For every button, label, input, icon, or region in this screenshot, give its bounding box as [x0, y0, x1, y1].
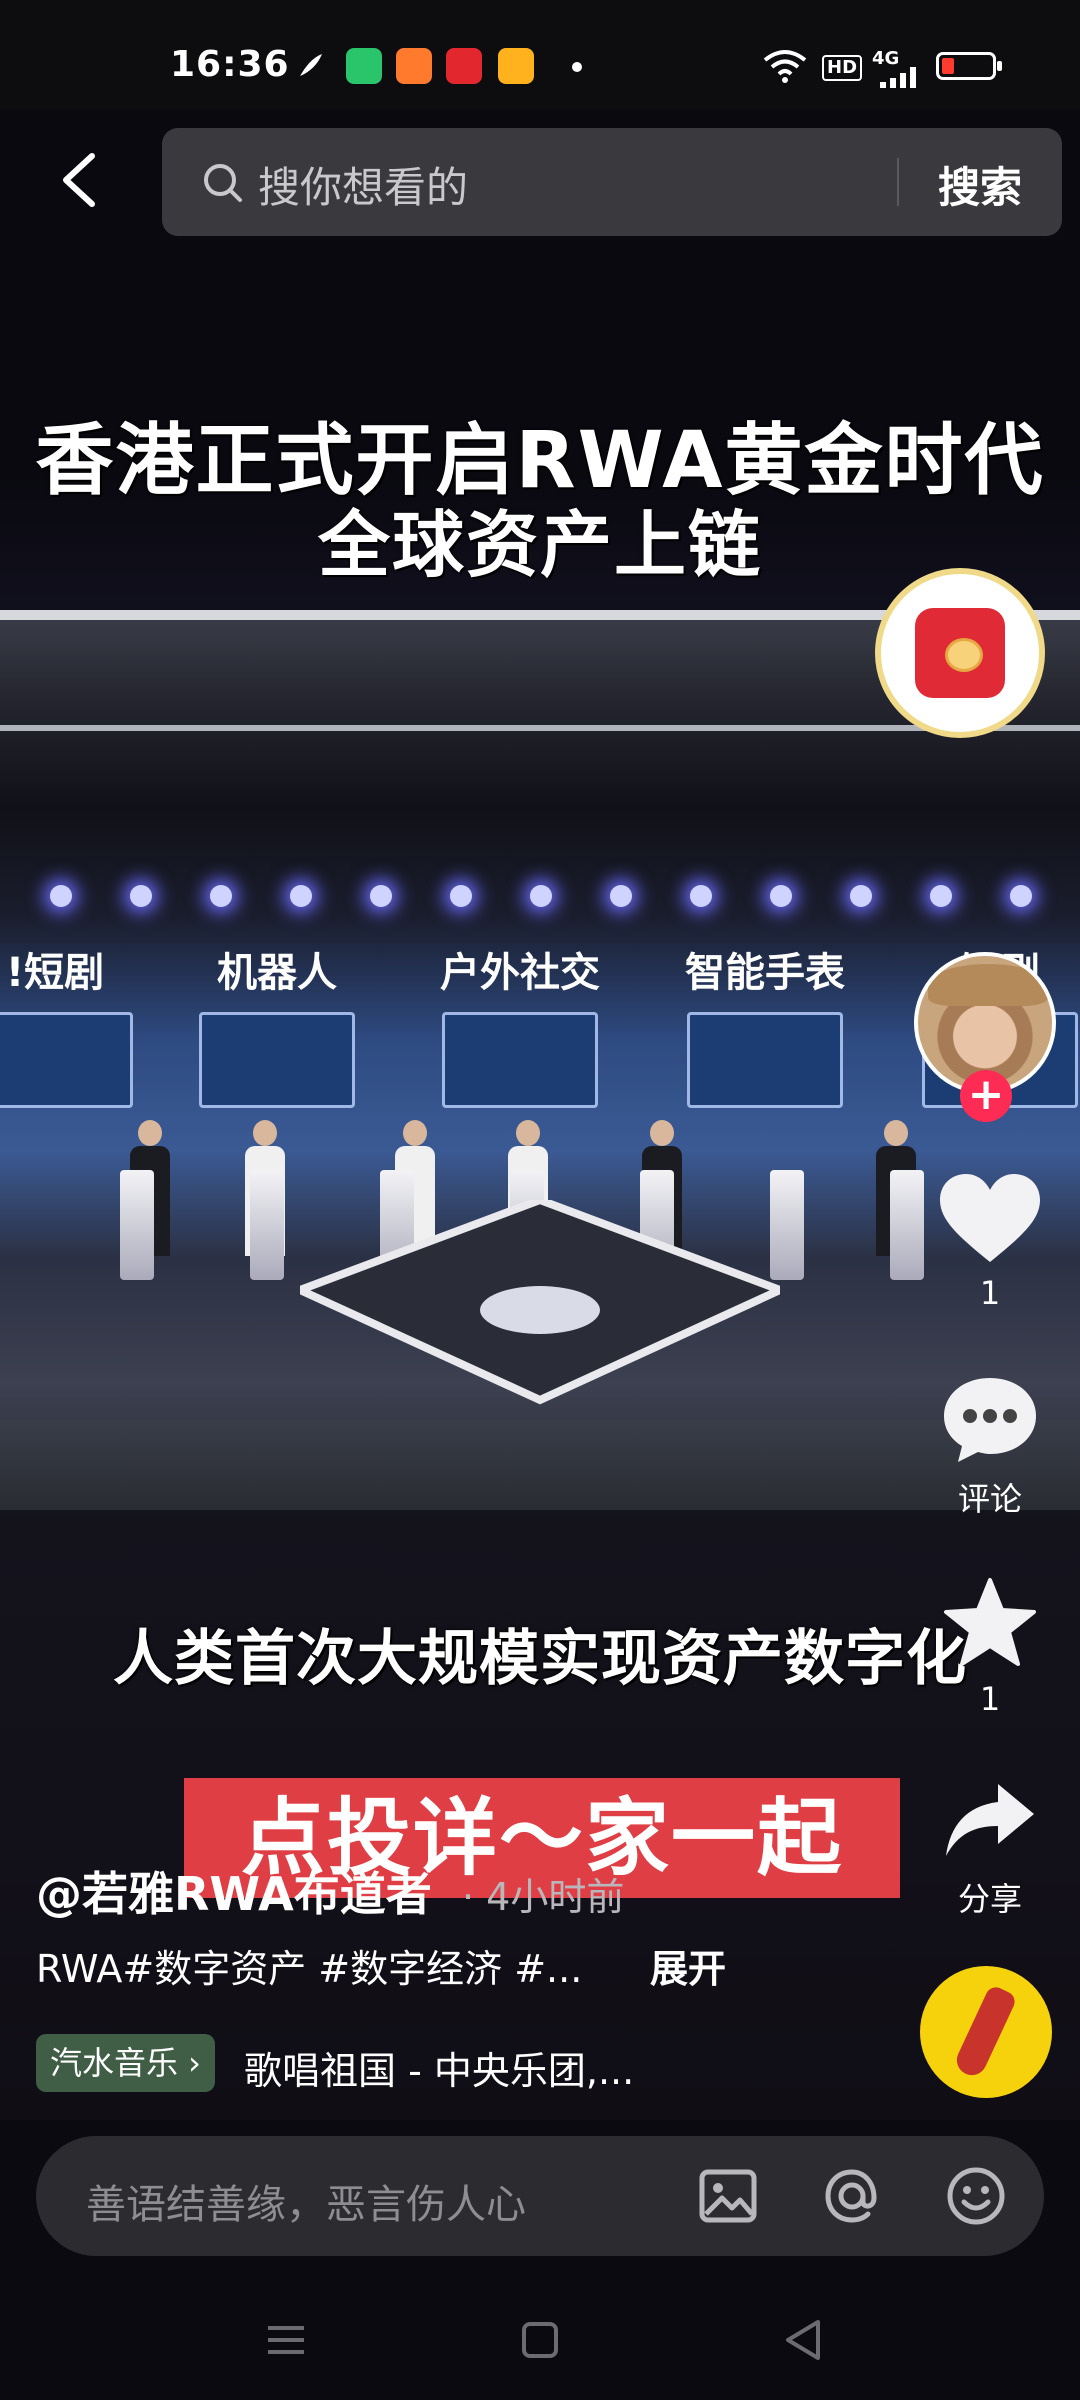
search-icon: [204, 164, 242, 202]
comment-input[interactable]: 善语结善缘，恶言伤人心: [86, 2172, 526, 2230]
music-disc-icon[interactable]: [920, 1966, 1052, 2098]
comment-input-bar[interactable]: 善语结善缘，恶言伤人心: [36, 2136, 1044, 2256]
search-button[interactable]: 搜索: [938, 154, 1022, 215]
music-source-tag[interactable]: 汽水音乐 ›: [36, 2034, 215, 2092]
search-input[interactable]: 搜你想看的: [258, 154, 468, 215]
song-title[interactable]: 歌唱祖国 - 中央乐团,...: [244, 2040, 634, 2095]
image-icon[interactable]: [696, 2164, 760, 2228]
feather-notification-icon: [300, 54, 322, 76]
emoji-icon[interactable]: [944, 2164, 1008, 2228]
post-description[interactable]: RWA#数字资产 #数字经济 #...: [36, 1938, 582, 1993]
video-caption-subtitle: 全球资产上链: [317, 503, 762, 587]
hd-badge: HD: [822, 55, 863, 81]
red-packet-button[interactable]: [875, 568, 1045, 738]
author-name[interactable]: @若雅RWA布道者: [36, 1858, 432, 1924]
signal-icon: [880, 67, 916, 88]
like-heart-icon[interactable]: [938, 1172, 1042, 1266]
video-player[interactable]: 香港正式开启RWA黄金时代 全球资产上链 !短剧 机器人 户外社交 智能手表 人…: [0, 110, 1080, 2120]
stage-scene: !短剧 机器人 户外社交 智能手表 短剧: [0, 610, 1080, 1510]
wifi-icon: [763, 50, 807, 83]
home-square-icon[interactable]: [512, 2312, 568, 2368]
back-arrow-icon[interactable]: [50, 150, 110, 210]
like-count: 1: [979, 1274, 1001, 1312]
battery-icon: [936, 52, 1002, 80]
stage-panel: !短剧: [0, 940, 150, 1140]
app-icon-green: [346, 48, 382, 84]
toutiao-icon: [446, 48, 482, 84]
stage-logo-platform: [300, 1200, 780, 1405]
game-icon: [498, 48, 534, 84]
system-nav-bar: [0, 2280, 1080, 2400]
comment-label: 评论: [957, 1480, 1022, 1518]
search-bar[interactable]: 搜你想看的 搜索: [162, 128, 1062, 236]
favorite-star-icon[interactable]: [942, 1576, 1038, 1668]
post-time: · 4小时前: [462, 1875, 625, 1919]
share-label: 分享: [957, 1880, 1022, 1918]
menu-icon[interactable]: [258, 2312, 314, 2368]
favorite-count: 1: [979, 1680, 1001, 1718]
mention-at-icon[interactable]: [820, 2164, 884, 2228]
status-bar: 16:36 HD 4G: [0, 0, 1080, 110]
video-caption-middle: 人类首次大规模实现资产数字化: [113, 1624, 967, 1694]
stage-panel: 机器人: [182, 940, 372, 1140]
stage-lights: [0, 885, 1080, 915]
stage-panel: 户外社交: [425, 940, 615, 1140]
expand-button[interactable]: 展开: [650, 1938, 726, 1993]
search-divider: [897, 158, 899, 206]
app-icon-orange: [396, 48, 432, 84]
comment-icon[interactable]: [940, 1374, 1040, 1466]
share-arrow-icon[interactable]: [942, 1780, 1038, 1860]
follow-button[interactable]: +: [960, 1070, 1012, 1122]
stage-panel: 智能手表: [670, 940, 860, 1140]
status-time: 16:36: [170, 44, 290, 85]
more-notifications-dot: [572, 62, 582, 72]
back-triangle-icon[interactable]: [776, 2312, 832, 2368]
